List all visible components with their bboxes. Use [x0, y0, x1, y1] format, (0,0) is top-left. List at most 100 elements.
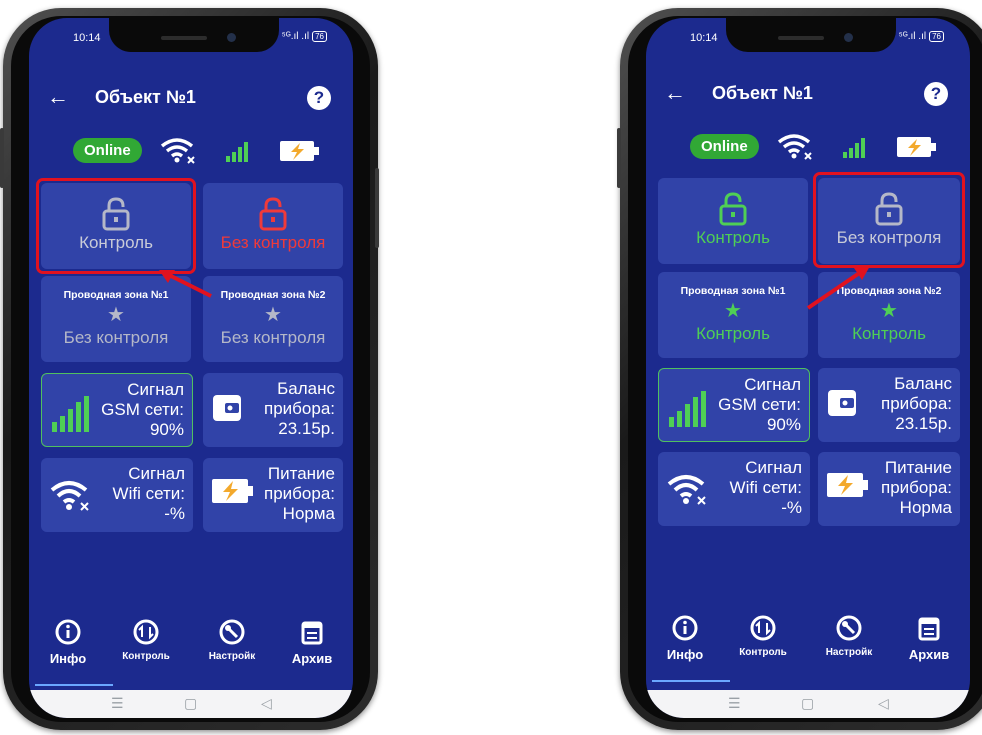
balance-line-2: прибора: [881, 394, 952, 413]
left-phone-frame: 10:14 ⁵ᴳ.ıl .ıl76 ← Объект №1 ? Online [0, 8, 379, 730]
battery-charging-icon [280, 141, 319, 161]
back-arrow-icon[interactable]: ← [664, 80, 686, 106]
gsm-signal-icon [669, 391, 706, 427]
bottom-navigation: Инфо Контроль Настройк Архив [29, 618, 353, 690]
signal-indicators: ⁵ᴳ.ıl .ıl [898, 31, 927, 42]
gsm-line-1: Сигнал [744, 375, 801, 394]
gsm-signal-tile[interactable]: Сигнал GSM сети: 90% [41, 373, 193, 447]
nav-settings-label: Настройк [208, 651, 256, 662]
right-app-screen: 10:14 ⁵ᴳ.ıl .ıl76 ← Объект №1 ? Online [646, 18, 970, 718]
zone-1-tile[interactable]: Проводная зона №1 ★ Контроль [658, 272, 808, 358]
nav-control-label: Контроль [739, 647, 787, 658]
zone-2-title: Проводная зона №2 [220, 289, 326, 301]
power-tile[interactable]: Питание прибора: Норма [203, 458, 343, 532]
wrench-icon [219, 619, 245, 645]
nav-settings[interactable]: Настройк [197, 618, 267, 662]
gsm-signal-tile[interactable]: Сигнал GSM сети: 90% [658, 368, 810, 442]
power-button [375, 168, 379, 248]
home-icon[interactable]: ▢ [801, 695, 814, 712]
battery-charging-icon [827, 473, 868, 497]
back-icon[interactable]: ◁ [261, 695, 272, 712]
info-icon [55, 619, 81, 645]
notch [726, 18, 896, 52]
lock-control-tile[interactable]: Контроль [658, 178, 808, 264]
wifi-off-icon [667, 475, 706, 505]
status-time: 10:14 [73, 32, 101, 44]
nav-info-label: Инфо [49, 651, 87, 666]
wifi-line-3: -% [781, 498, 802, 517]
active-tab-indicator [35, 684, 113, 686]
zone-1-status: Без контроля [63, 328, 169, 347]
star-icon: ★ [264, 304, 282, 326]
wifi-off-icon [160, 138, 195, 164]
gsm-signal-icon [843, 138, 865, 158]
nav-info-label: Инфо [666, 647, 704, 662]
red-arrow-icon [159, 270, 212, 298]
balance-text: Баланс прибора: 23.15р. [264, 379, 335, 439]
wifi-off-icon [777, 134, 812, 160]
gsm-line-3: 90% [149, 420, 184, 439]
connection-status-row: Online [29, 136, 353, 166]
lock-no-control-label: Без контроля [220, 233, 326, 252]
nav-settings[interactable]: Настройк [814, 614, 884, 658]
gsm-signal-text: Сигнал GSM сети: 90% [718, 375, 801, 435]
notch [109, 18, 279, 52]
top-bar: ← Объект №1 ? [646, 74, 970, 114]
nav-settings-label: Настройк [825, 647, 873, 658]
nav-control-label: Контроль [122, 651, 170, 662]
nav-control[interactable]: Контроль [728, 614, 798, 658]
gsm-signal-icon [226, 142, 248, 162]
nav-info[interactable]: Инфо [650, 614, 720, 662]
nav-archive[interactable]: Архив [894, 614, 964, 662]
balance-text: Баланс прибора: 23.15р. [881, 374, 952, 434]
nav-archive[interactable]: Архив [277, 618, 347, 666]
menu-icon[interactable]: ☰ [728, 695, 741, 712]
help-icon[interactable]: ? [924, 82, 948, 106]
arrows-swap-icon [133, 619, 159, 645]
gsm-signal-icon [52, 396, 89, 432]
connection-status-row: Online [646, 132, 970, 162]
help-icon[interactable]: ? [307, 86, 331, 110]
nav-info[interactable]: Инфо [33, 618, 103, 666]
battery-charging-icon [897, 137, 936, 157]
menu-icon[interactable]: ☰ [111, 695, 124, 712]
lock-no-control-tile[interactable]: Без контроля [203, 183, 343, 269]
home-icon[interactable]: ▢ [184, 695, 197, 712]
signal-indicators: ⁵ᴳ.ıl .ıl [281, 31, 310, 42]
arrows-swap-icon [750, 615, 776, 641]
object-title: Объект №1 [712, 83, 813, 103]
unlock-icon [259, 197, 287, 231]
object-title: Объект №1 [95, 87, 196, 107]
highlight-box [813, 172, 965, 268]
battery-indicator: 76 [929, 31, 944, 42]
calendar-icon [301, 621, 323, 645]
wifi-signal-tile[interactable]: Сигнал Wifi сети: -% [658, 452, 810, 526]
back-icon[interactable]: ◁ [878, 695, 889, 712]
power-text: Питание прибора: Норма [264, 464, 335, 524]
online-badge: Online [690, 134, 759, 159]
battery-charging-icon [212, 479, 253, 503]
nav-archive-label: Архив [291, 651, 333, 666]
lock-icon [719, 192, 747, 226]
balance-tile[interactable]: Баланс прибора: 23.15р. [203, 373, 343, 447]
wifi-line-1: Сигнал [745, 458, 802, 477]
gsm-line-2: GSM сети: [718, 395, 801, 414]
power-line-2: прибора: [264, 484, 335, 503]
nav-archive-label: Архив [908, 647, 950, 662]
power-tile[interactable]: Питание прибора: Норма [818, 452, 960, 526]
zone-2-status: Контроль [852, 324, 926, 343]
nav-control[interactable]: Контроль [111, 618, 181, 662]
balance-tile[interactable]: Баланс прибора: 23.15р. [818, 368, 960, 442]
zone-2-tile[interactable]: Проводная зона №2 ★ Без контроля [203, 276, 343, 362]
volume-button [0, 128, 4, 188]
calendar-icon [918, 617, 940, 641]
wifi-signal-text: Сигнал Wifi сети: -% [730, 458, 802, 518]
wifi-off-icon [50, 481, 89, 511]
gsm-line-1: Сигнал [127, 380, 184, 399]
status-icons: ⁵ᴳ.ıl .ıl 76 [282, 31, 327, 42]
bottom-navigation: Инфо Контроль Настройк Архив [646, 614, 970, 686]
wifi-signal-tile[interactable]: Сигнал Wifi сети: -% [41, 458, 193, 532]
gsm-line-3: 90% [766, 415, 801, 434]
balance-line-2: прибора: [264, 399, 335, 418]
back-arrow-icon[interactable]: ← [47, 84, 69, 110]
